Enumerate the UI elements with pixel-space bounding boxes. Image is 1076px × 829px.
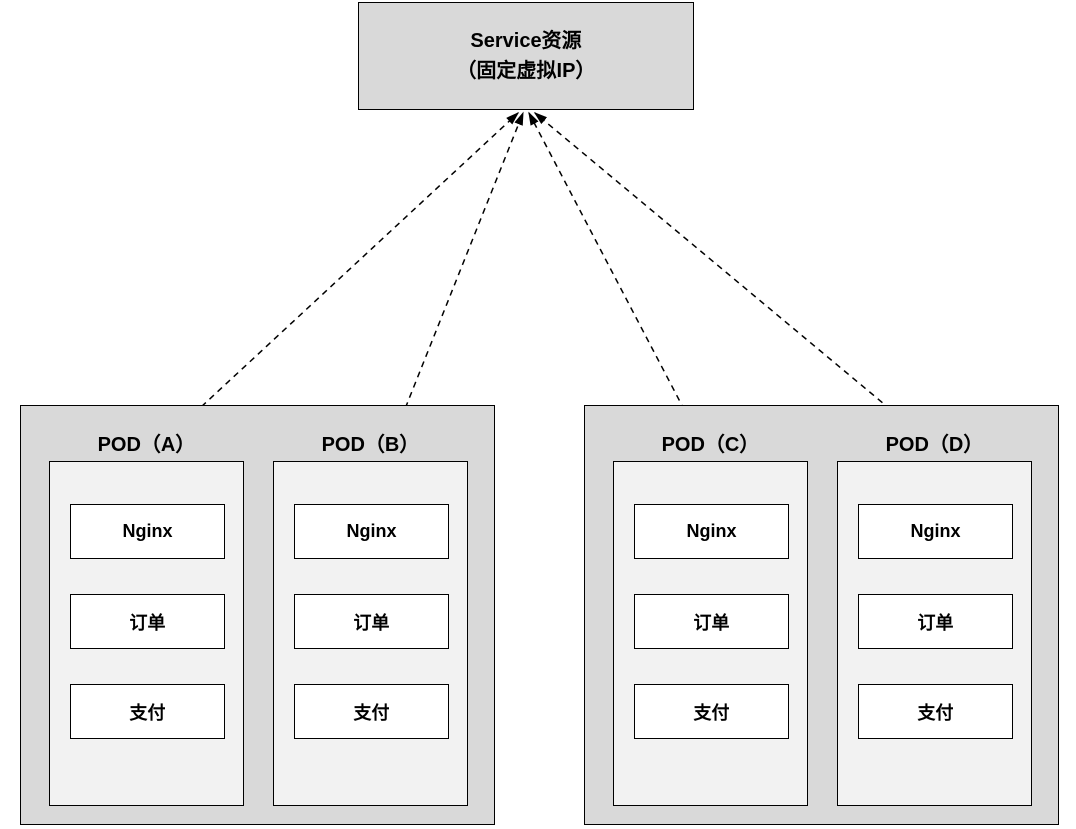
pod-b-item-nginx: Nginx bbox=[294, 504, 449, 559]
pod-d-title: POD（D） bbox=[838, 428, 1031, 457]
pod-c-item-order: 订单 bbox=[634, 594, 789, 649]
pod-b-item-order: 订单 bbox=[294, 594, 449, 649]
pod-a-title: POD（A） bbox=[50, 428, 243, 457]
pod-d-item-payment: 支付 bbox=[858, 684, 1013, 739]
service-title-line2: （固定虚拟IP） bbox=[457, 56, 596, 86]
pod-c-title: POD（C） bbox=[614, 428, 807, 457]
pod-c-item-payment: 支付 bbox=[634, 684, 789, 739]
pod-a-box: POD（A） Nginx 订单 支付 bbox=[49, 461, 244, 806]
service-resource-box: Service资源 （固定虚拟IP） bbox=[358, 2, 694, 110]
service-title-line1: Service资源 bbox=[470, 26, 581, 56]
pod-d-item-nginx: Nginx bbox=[858, 504, 1013, 559]
pod-group-left: POD（A） Nginx 订单 支付 POD（B） Nginx 订单 支付 bbox=[20, 405, 495, 825]
pod-b-title: POD（B） bbox=[274, 428, 467, 457]
pod-a-item-payment: 支付 bbox=[70, 684, 225, 739]
pod-d-item-order: 订单 bbox=[858, 594, 1013, 649]
pod-b-box: POD（B） Nginx 订单 支付 bbox=[273, 461, 468, 806]
pod-c-item-nginx: Nginx bbox=[634, 504, 789, 559]
pod-b-item-payment: 支付 bbox=[294, 684, 449, 739]
pod-group-right: POD（C） Nginx 订单 支付 POD（D） Nginx 订单 支付 bbox=[584, 405, 1059, 825]
pod-c-box: POD（C） Nginx 订单 支付 bbox=[613, 461, 808, 806]
pod-a-item-order: 订单 bbox=[70, 594, 225, 649]
pod-d-box: POD（D） Nginx 订单 支付 bbox=[837, 461, 1032, 806]
pod-a-item-nginx: Nginx bbox=[70, 504, 225, 559]
